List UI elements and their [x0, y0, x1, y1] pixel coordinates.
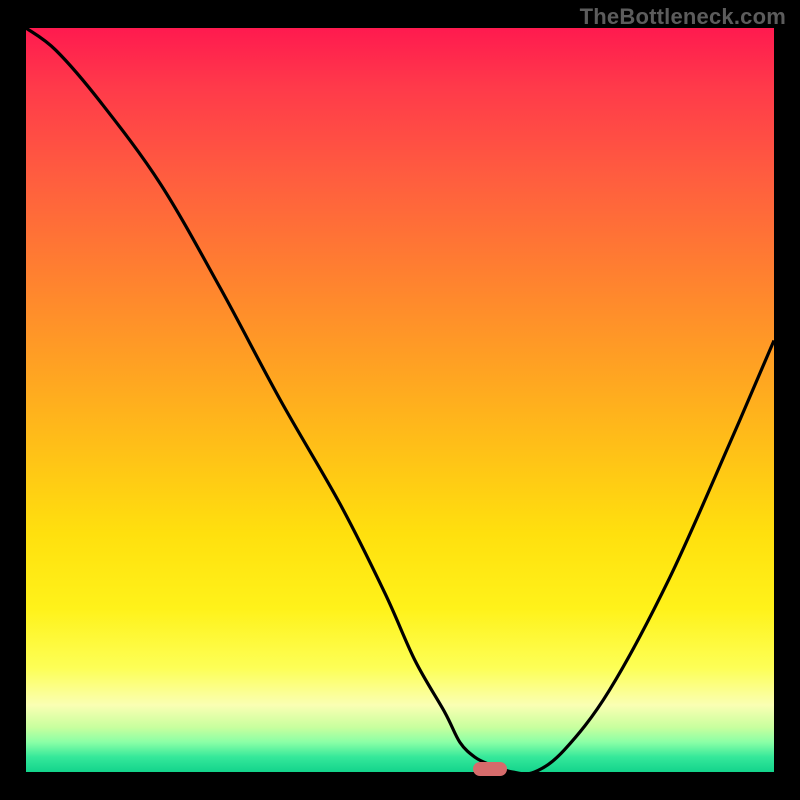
optimal-marker — [473, 762, 507, 776]
bottleneck-curve — [26, 28, 774, 772]
chart-frame: TheBottleneck.com — [0, 0, 800, 800]
plot-area — [26, 28, 774, 772]
watermark-text: TheBottleneck.com — [580, 4, 786, 30]
